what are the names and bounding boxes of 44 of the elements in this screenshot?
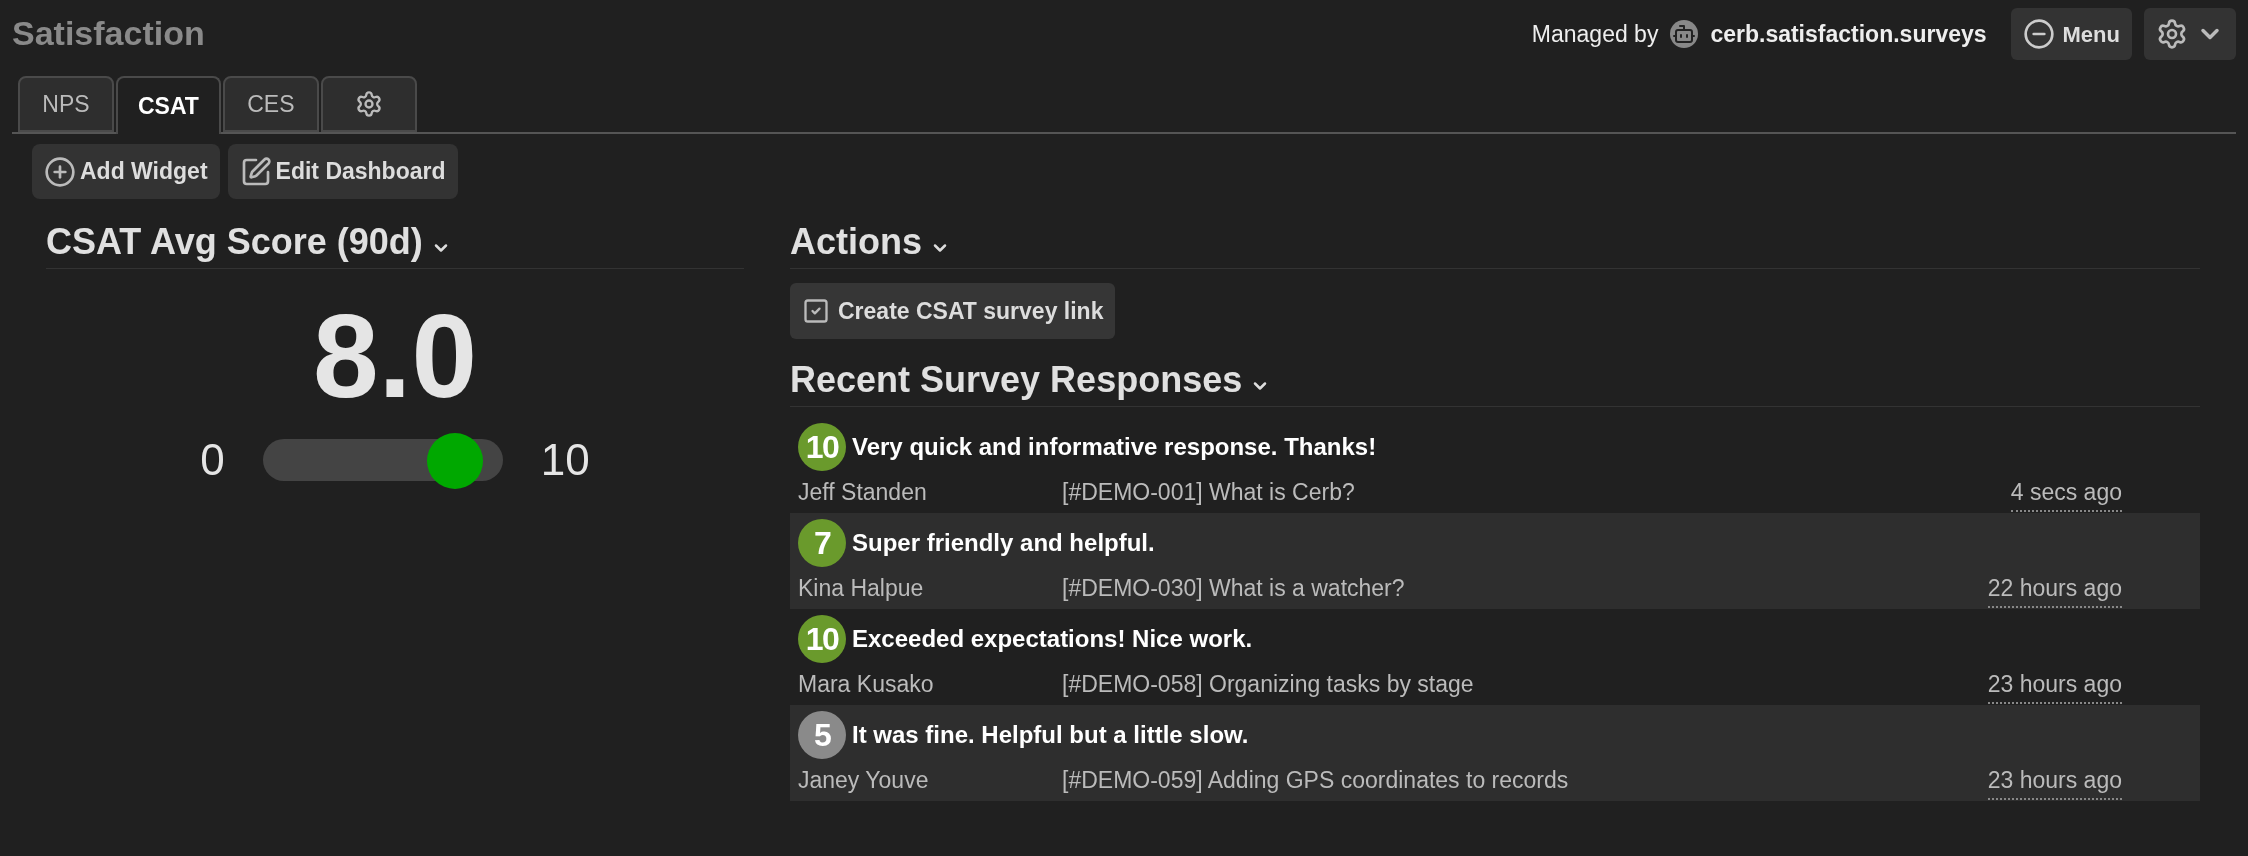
ticket-link[interactable]: [#DEMO-059] Adding GPS coordinates to records [1062,763,1988,800]
score-badge: 7 [798,519,846,567]
response-comment: Super friendly and helpful. [852,528,1155,558]
respondent-name[interactable]: Jeff Standen [798,475,1062,512]
settings-tab[interactable] [320,76,417,132]
score-badge: 10 [798,423,846,471]
respondent-name[interactable]: Mara Kusako [798,667,1062,704]
managed-by-label: Managed by [1531,19,1659,49]
tab[interactable]: NPS [18,76,114,132]
score-value: 8.0 [312,297,477,415]
menu-button[interactable]: Menu [2010,8,2132,60]
response-time: 23 hours ago [1987,667,2122,704]
ticket-link[interactable]: [#DEMO-058] Organizing tasks by stage [1062,667,1988,704]
response-comment: It was fine. Helpful but a little slow. [852,720,1249,750]
response-time: 23 hours ago [1987,763,2122,800]
widget-title: Actions [790,220,922,264]
robot-avatar-icon [1670,20,1699,48]
add-widget-button[interactable]: Add Widget [32,144,220,199]
response-time: 4 secs ago [2010,475,2122,512]
create-survey-link-button[interactable]: Create CSAT survey link [790,283,1116,339]
settings-button[interactable] [2144,8,2236,60]
page-title: Satisfaction [12,13,205,54]
scale-min: 0 [200,434,225,486]
ticket-link[interactable]: [#DEMO-030] What is a watcher? [1062,571,1988,608]
response-comment: Very quick and informative response. Thanks! [852,432,1377,462]
tab[interactable]: CSAT [116,76,221,134]
ticket-link[interactable]: [#DEMO-001] What is Cerb? [1062,475,2011,512]
response-time: 22 hours ago [1987,571,2122,608]
widget-title: CSAT Avg Score (90d) [46,220,423,264]
respondent-name[interactable]: Kina Halpue [798,571,1062,608]
score-badge: 5 [798,711,846,759]
edit-dashboard-button[interactable]: Edit Dashboard [227,144,458,199]
settings-icon [354,90,383,118]
tab[interactable]: CES [222,76,319,132]
plus-circle-icon [44,155,76,188]
minus-circle-icon [2022,18,2055,50]
checkbox-icon [802,297,830,325]
settings-icon [2156,18,2188,50]
widget-title: Recent Survey Responses [790,358,1243,402]
respondent-name[interactable]: Janey Youve [798,763,1062,800]
scale-max: 10 [540,434,590,486]
owner-link[interactable]: cerb.satisfaction.surveys [1710,16,1987,52]
response-comment: Exceeded expectations! Nice work. [852,624,1253,654]
score-badge: 10 [798,615,846,663]
